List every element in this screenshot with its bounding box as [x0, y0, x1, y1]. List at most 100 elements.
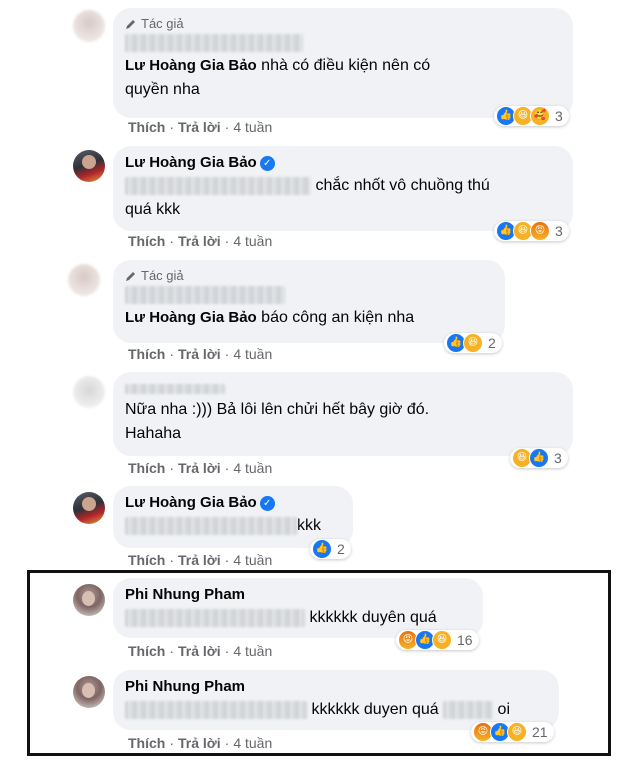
reply-link[interactable]: Trả lời — [178, 643, 221, 659]
haha-reaction-icon: 😆 — [463, 333, 483, 353]
reaction-summary[interactable]: 👍 😆 😡 3 — [494, 221, 569, 241]
avatar[interactable] — [73, 492, 105, 524]
timestamp[interactable]: 4 tuần — [233, 119, 272, 135]
comment-text: kkkkkk duyen quá oi — [125, 698, 547, 722]
timestamp[interactable]: 4 tuần — [233, 735, 272, 751]
reaction-count: 3 — [555, 223, 563, 239]
comment-actions: Thích · Trả lời · 4 tuần — [128, 346, 272, 362]
comment-text: kkkkkk duyên quá — [125, 606, 471, 630]
separator: · — [224, 119, 230, 135]
like-reaction-icon: 👍 — [312, 539, 332, 559]
author-name[interactable]: Lư Hoàng Gia Bảo ✓ — [125, 494, 341, 512]
separator: · — [224, 735, 230, 751]
comment-actions: Thích · Trả lời · 4 tuần — [128, 460, 272, 476]
separator: · — [169, 346, 175, 362]
avatar[interactable] — [73, 676, 105, 708]
reaction-summary[interactable]: 😡 👍 😆 16 — [396, 630, 479, 650]
separator: · — [224, 233, 230, 249]
reaction-summary[interactable]: 👍 2 — [310, 539, 351, 559]
avatar[interactable] — [73, 10, 105, 42]
comment-bubble: Tác giả Lư Hoàng Gia Bảo nhà có điều kiệ… — [113, 8, 573, 118]
angry-reaction-icon: 😡 — [530, 221, 550, 241]
like-link[interactable]: Thích — [128, 460, 165, 476]
author-name[interactable]: Lư Hoàng Gia Bảo ✓ — [125, 154, 561, 172]
haha-reaction-icon: 😆 — [432, 630, 452, 650]
pen-icon — [126, 271, 135, 281]
comment-actions: Thích · Trả lời · 4 tuần — [128, 552, 272, 568]
hidden-author-name — [125, 286, 493, 304]
haha-reaction-icon: 😆 — [507, 722, 527, 742]
separator: · — [169, 460, 175, 476]
separator: · — [169, 735, 175, 751]
author-name[interactable]: Phi Nhung Pham — [125, 678, 547, 696]
redacted-text — [125, 608, 305, 627]
reaction-count: 21 — [532, 724, 548, 740]
comment-text: chắc nhốt vô chuồng thú quá kkk — [125, 176, 490, 218]
author-tag: Tác giả — [125, 268, 493, 283]
redacted-text — [125, 176, 311, 195]
like-link[interactable]: Thích — [128, 643, 165, 659]
verified-badge-icon: ✓ — [259, 156, 275, 171]
separator: · — [169, 552, 175, 568]
reaction-summary[interactable]: 😆 👍 3 — [510, 448, 568, 468]
reaction-count: 3 — [555, 108, 563, 124]
pen-icon — [126, 19, 135, 29]
comment-bubble: Tác giả Lư Hoàng Gia Bảo báo công an kiệ… — [113, 260, 505, 343]
separator: · — [169, 643, 175, 659]
avatar[interactable] — [73, 376, 105, 408]
comment-text: Lư Hoàng Gia Bảo nhà có điều kiện nên có… — [125, 57, 431, 99]
hidden-author-name — [125, 34, 561, 52]
timestamp[interactable]: 4 tuần — [233, 346, 272, 362]
avatar[interactable] — [73, 150, 105, 182]
timestamp[interactable]: 4 tuần — [233, 233, 272, 249]
redacted-text — [443, 700, 494, 719]
like-link[interactable]: Thích — [128, 119, 165, 135]
comment-actions: Thích · Trả lời · 4 tuần — [128, 119, 272, 135]
comment-text: kkk — [125, 514, 341, 538]
separator: · — [224, 346, 230, 362]
author-tag-label: Tác giả — [141, 16, 184, 31]
reply-link[interactable]: Trả lời — [178, 119, 221, 135]
reaction-summary[interactable]: 👍 😆 🥰 3 — [494, 106, 569, 126]
author-name[interactable]: Phi Nhung Pham — [125, 586, 471, 604]
reaction-summary[interactable]: 😡 👍 😆 21 — [471, 722, 554, 742]
care-reaction-icon: 🥰 — [530, 106, 550, 126]
separator: · — [169, 233, 175, 249]
reaction-count: 2 — [488, 335, 496, 351]
redacted-text — [125, 516, 297, 535]
timestamp[interactable]: 4 tuần — [233, 460, 272, 476]
avatar[interactable] — [73, 584, 105, 616]
separator: · — [224, 552, 230, 568]
mention-link[interactable]: Lư Hoàng Gia Bảo — [125, 57, 257, 74]
separator: · — [169, 119, 175, 135]
verified-badge-icon: ✓ — [259, 496, 275, 511]
reaction-count: 16 — [457, 632, 473, 648]
reply-link[interactable]: Trả lời — [178, 233, 221, 249]
author-tag: Tác giả — [125, 16, 561, 31]
comment-bubble: Lư Hoàng Gia Bảo ✓ chắc nhốt vô chuồng th… — [113, 146, 573, 231]
comment-bubble: Nữa nha :))) Bả lôi lên chửi hết bây giờ… — [113, 372, 573, 456]
comment-bubble: Phi Nhung Pham kkkkkk duyen quá oi — [113, 670, 559, 730]
timestamp[interactable]: 4 tuần — [233, 552, 272, 568]
hidden-author-name — [125, 380, 561, 398]
comment-text: Lư Hoàng Gia Bảo báo công an kiện nha — [125, 309, 415, 327]
like-link[interactable]: Thích — [128, 735, 165, 751]
reply-link[interactable]: Trả lời — [178, 552, 221, 568]
reply-link[interactable]: Trả lời — [178, 735, 221, 751]
separator: · — [224, 460, 230, 476]
like-link[interactable]: Thích — [128, 552, 165, 568]
separator: · — [224, 643, 230, 659]
reply-link[interactable]: Trả lời — [178, 460, 221, 476]
reaction-summary[interactable]: 👍 😆 2 — [444, 333, 502, 353]
timestamp[interactable]: 4 tuần — [233, 643, 272, 659]
comment-actions: Thích · Trả lời · 4 tuần — [128, 233, 272, 249]
like-reaction-icon: 👍 — [529, 448, 549, 468]
reaction-count: 3 — [554, 450, 562, 466]
avatar[interactable] — [68, 264, 100, 296]
reply-link[interactable]: Trả lời — [178, 346, 221, 362]
reaction-count: 2 — [337, 541, 345, 557]
mention-link[interactable]: Lư Hoàng Gia Bảo — [125, 309, 257, 326]
like-link[interactable]: Thích — [128, 346, 165, 362]
author-tag-label: Tác giả — [141, 268, 184, 283]
like-link[interactable]: Thích — [128, 233, 165, 249]
